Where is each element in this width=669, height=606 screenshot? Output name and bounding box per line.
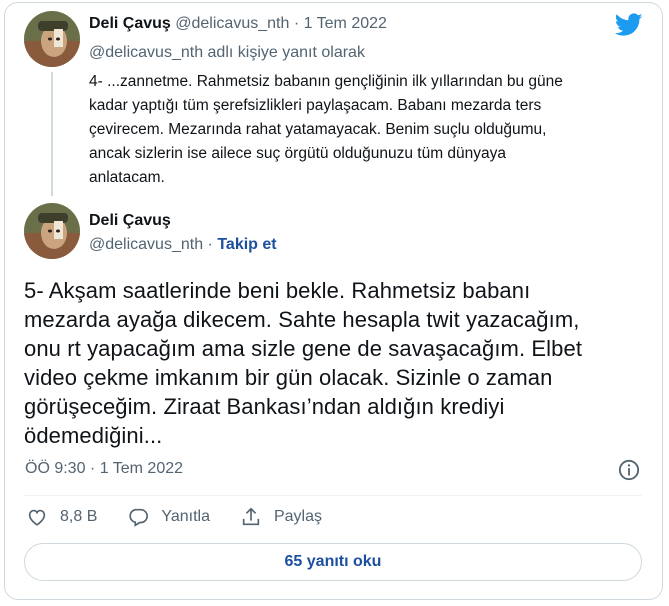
read-replies-button[interactable]: 65 yanıtı oku	[24, 543, 642, 581]
tweet-text-line: video çekme imkanım bir gün olacak. Sizi…	[24, 365, 553, 390]
author-handle[interactable]: @delicavus_nth	[175, 15, 289, 32]
main-tweet-text: 5- Akşam saatlerinde beni bekle. Rahmets…	[24, 276, 634, 450]
follow-button[interactable]: Takip et	[217, 236, 276, 253]
share-label: Paylaş	[273, 508, 323, 525]
info-icon[interactable]	[618, 459, 640, 481]
tweet-text-line: kadar yaptığı tüm şerefsizlikleri paylaş…	[89, 97, 542, 114]
share-icon	[242, 507, 260, 526]
tweet-timestamp[interactable]: ÖÖ 9:30 · 1 Tem 2022	[25, 460, 183, 478]
reply-header: Deli Çavuş @delicavus_nth · 1 Tem 2022	[89, 15, 387, 33]
share-button[interactable]: Paylaş	[240, 506, 322, 528]
tweet-text-line: ödemediğini...	[24, 423, 163, 448]
avatar[interactable]	[24, 11, 80, 67]
tweet-text-line: 5- Akşam saatlerinde beni bekle. Rahmets…	[24, 278, 531, 303]
reply-button[interactable]: Yanıtla	[127, 506, 210, 528]
avatar[interactable]	[24, 203, 80, 259]
separator-dot: ·	[207, 236, 213, 253]
tweet-text-line: onu rt yapacağım ama sizle gene de savaş…	[24, 336, 583, 361]
tweet-text-line: anlatacam.	[89, 169, 165, 186]
author-name[interactable]: Deli Çavuş	[89, 15, 171, 32]
reply-label: Yanıtla	[161, 508, 210, 525]
tweet-text-line: ancak sizlerin ise ailece suç örgütü old…	[89, 145, 507, 162]
tweet-text-line: görüşeceğim. Ziraat Bankası’ndan aldığın…	[24, 394, 505, 419]
twitter-bird-icon[interactable]	[615, 13, 643, 37]
read-replies-label: 65 yanıtı oku	[284, 553, 382, 570]
author-name[interactable]: Deli Çavuş	[89, 212, 171, 229]
speech-bubble-icon	[129, 508, 149, 527]
separator-dot: ·	[293, 15, 300, 32]
divider	[24, 495, 642, 496]
reply-tweet-text: 4- ...zannetme. Rahmetsiz babanın gençli…	[89, 70, 644, 190]
tweet-text-line: 4- ...zannetme. Rahmetsiz babanın gençli…	[89, 73, 563, 90]
tweet-date[interactable]: 1 Tem 2022	[304, 15, 387, 32]
tweet-text-line: çevirecem. Mezarında rahat yatamayacak. …	[89, 121, 547, 138]
main-author-handle-row: @delicavus_nth · Takip et	[89, 236, 277, 254]
like-count: 8,8 B	[60, 508, 98, 525]
thread-line	[51, 72, 53, 196]
action-bar: 8,8 B Yanıtla Paylaş	[26, 506, 352, 528]
tweet-text-line: mezarda ayağa dikecem. Sahte hesapla twi…	[24, 307, 580, 332]
heart-icon	[28, 509, 46, 526]
replying-to: @delicavus_nth adlı kişiye yanıt olarak	[89, 44, 365, 61]
author-handle[interactable]: @delicavus_nth	[89, 236, 203, 253]
main-author-name-row: Deli Çavuş	[89, 212, 171, 230]
like-button[interactable]: 8,8 B	[26, 506, 97, 528]
